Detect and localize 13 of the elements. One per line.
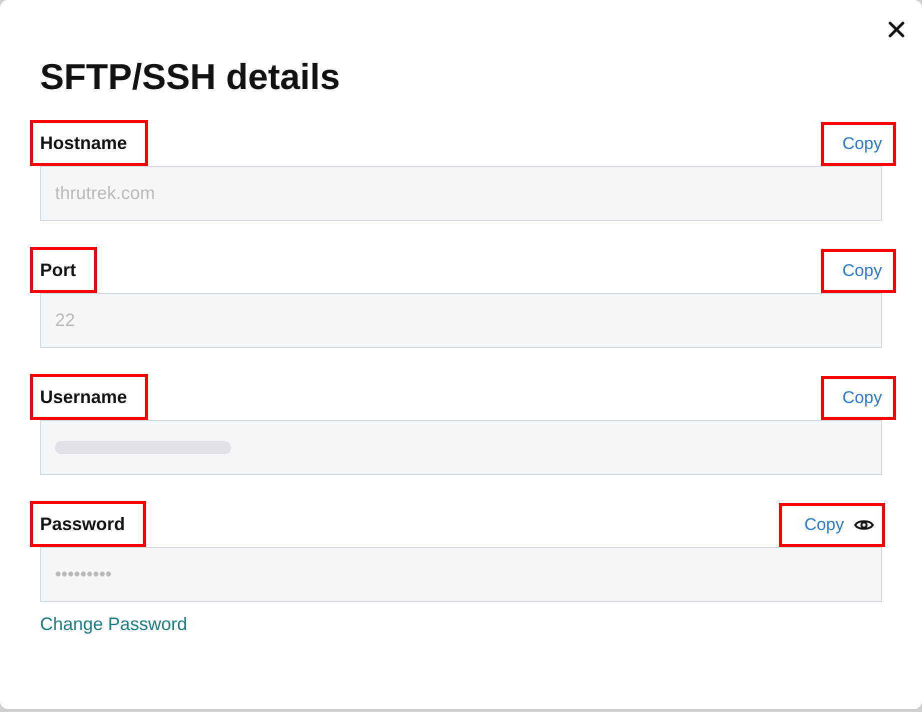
change-password-link[interactable]: Change Password bbox=[40, 612, 188, 636]
dialog-title: SFTP/SSH details bbox=[40, 55, 340, 99]
copy-button[interactable]: Copy bbox=[821, 249, 896, 293]
copy-button[interactable]: Copy bbox=[779, 503, 885, 547]
field-label: Password bbox=[30, 501, 146, 547]
field-label: Port bbox=[30, 247, 97, 293]
copy-button[interactable]: Copy bbox=[821, 376, 896, 420]
copy-button[interactable]: Copy bbox=[821, 122, 896, 166]
eye-icon[interactable] bbox=[854, 518, 874, 532]
text-field[interactable] bbox=[40, 420, 882, 475]
field-label: Username bbox=[30, 374, 148, 420]
field-label: Hostname bbox=[30, 120, 148, 166]
close-icon[interactable] bbox=[888, 21, 905, 38]
